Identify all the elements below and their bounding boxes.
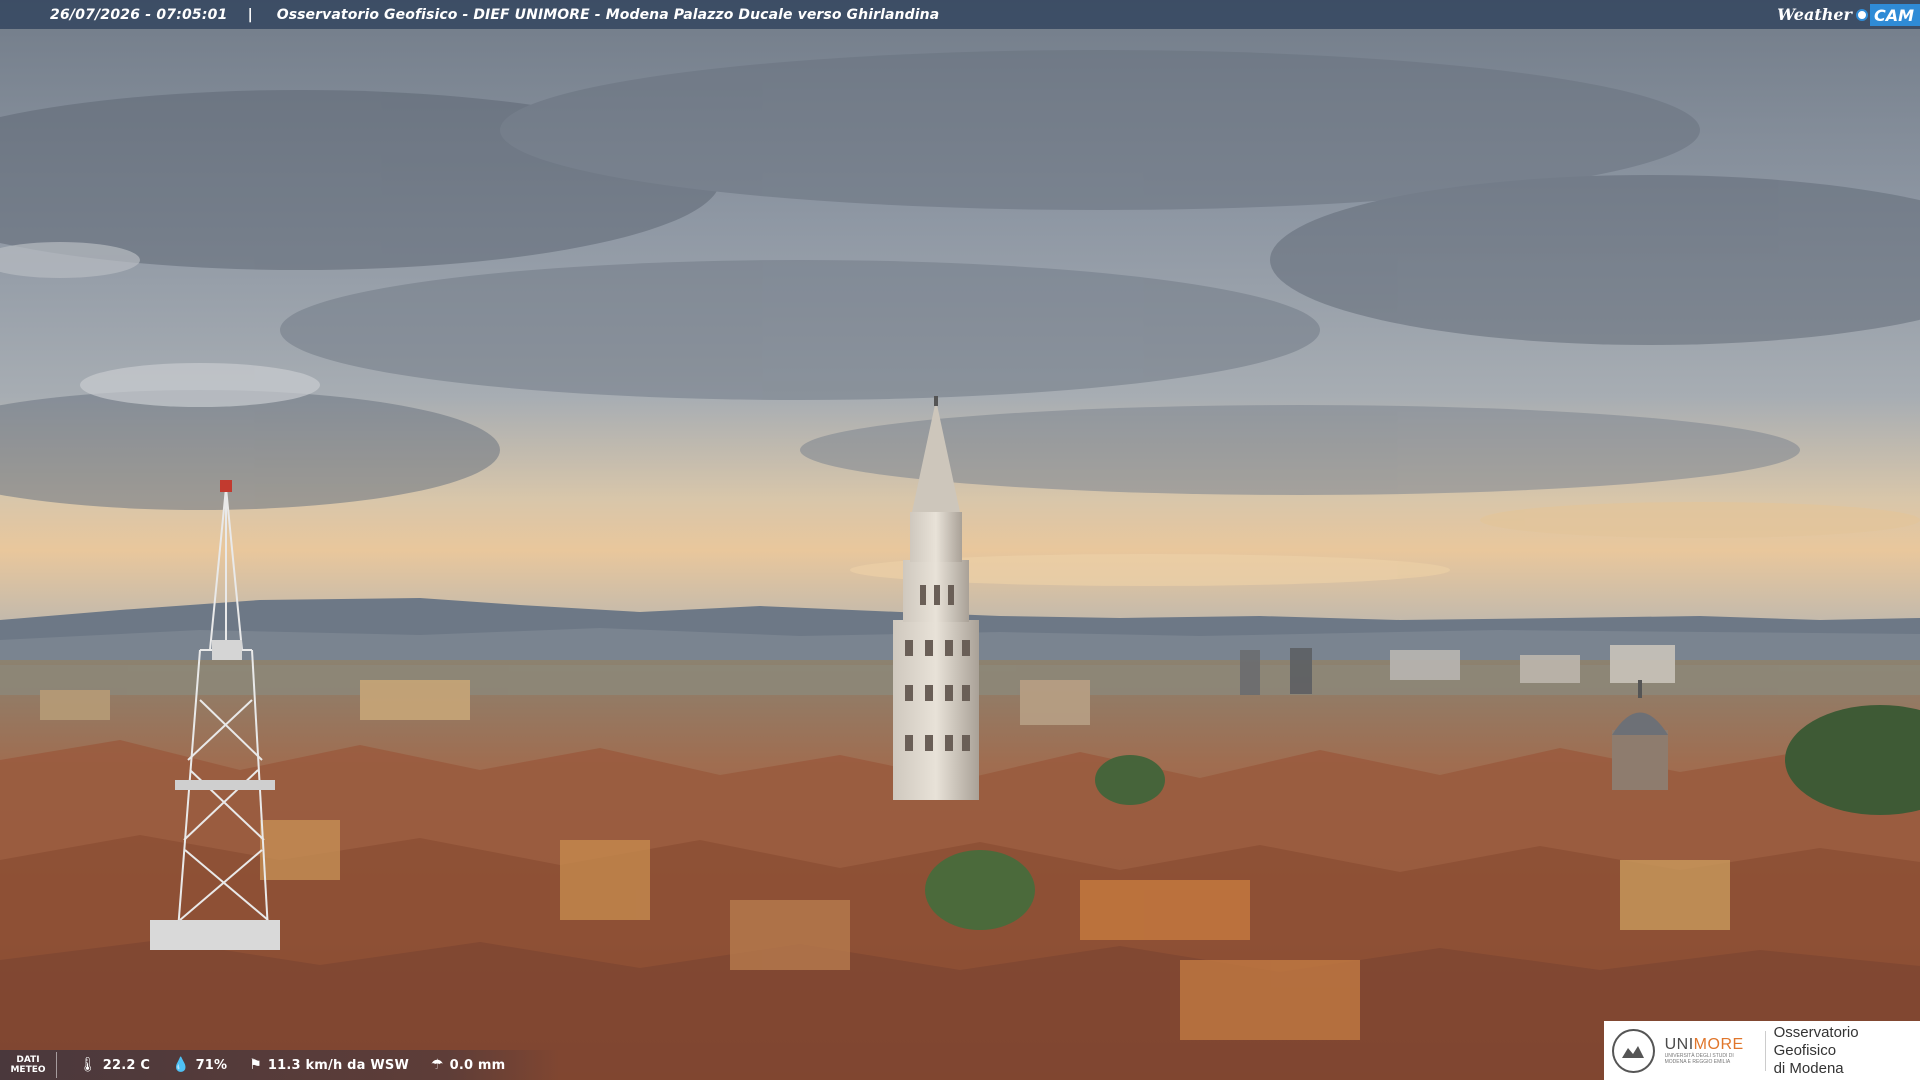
weather-label-line2: METEO (10, 1065, 46, 1075)
thermometer-icon: 🌡 (79, 1057, 97, 1073)
weather-label-line1: DATI (16, 1055, 40, 1065)
university-seal-icon (1612, 1028, 1655, 1073)
webcam-photo (0, 0, 1920, 1080)
observatory-line1: Osservatorio Geofisico (1773, 1023, 1859, 1059)
weather-data-bar: DATI METEO 🌡 22.2 C 💧 71% ⚑ 11.3 km/h da… (0, 1050, 560, 1080)
weathercam-logo: Weather CAM (1777, 0, 1920, 29)
humidity-drop-icon: 💧 (172, 1057, 190, 1073)
rain-reading: ☂ 0.0 mm (431, 1057, 505, 1073)
unimore-logo-box: UNIMORE UNIVERSITÀ DEGLI STUDI DI MODENA… (1604, 1021, 1920, 1080)
observatory-name: Osservatorio Geofisico di Modena (1774, 1024, 1920, 1078)
caption-bar: 26/07/2026 - 07:05:01 | Osservatorio Geo… (0, 0, 1920, 29)
humidity-value: 71% (195, 1057, 228, 1073)
humidity-reading: 💧 71% (172, 1057, 227, 1073)
weathercam-logo-weather: Weather (1777, 5, 1852, 24)
wind-icon: ⚑ (249, 1057, 262, 1073)
logo-divider (1764, 1030, 1766, 1071)
timestamp: 26/07/2026 - 07:05:01 (50, 6, 228, 23)
unimore-wordmark: UNIMORE UNIVERSITÀ DEGLI STUDI DI MODENA… (1665, 1036, 1755, 1065)
weathercam-dot-icon (1855, 8, 1868, 21)
weather-label: DATI METEO (0, 1052, 57, 1078)
camera-caption: Osservatorio Geofisico - DIEF UNIMORE - … (276, 6, 940, 23)
rain-icon: ☂ (431, 1057, 444, 1073)
wind-value: 11.3 km/h da WSW (267, 1057, 410, 1073)
unimore-name-prefix: UNI (1664, 1036, 1694, 1053)
wind-reading: ⚑ 11.3 km/h da WSW (249, 1057, 409, 1073)
weathercam-logo-cam: CAM (1869, 3, 1920, 26)
rain-value: 0.0 mm (449, 1057, 506, 1073)
unimore-name-accent: MORE (1693, 1036, 1744, 1053)
temperature-value: 22.2 C (102, 1057, 151, 1073)
observatory-line2: di Modena (1773, 1059, 1844, 1077)
caption-separator: | (247, 6, 253, 23)
unimore-subtitle: UNIVERSITÀ DEGLI STUDI DI MODENA E REGGI… (1664, 1053, 1734, 1065)
temperature-reading: 🌡 22.2 C (79, 1057, 150, 1073)
